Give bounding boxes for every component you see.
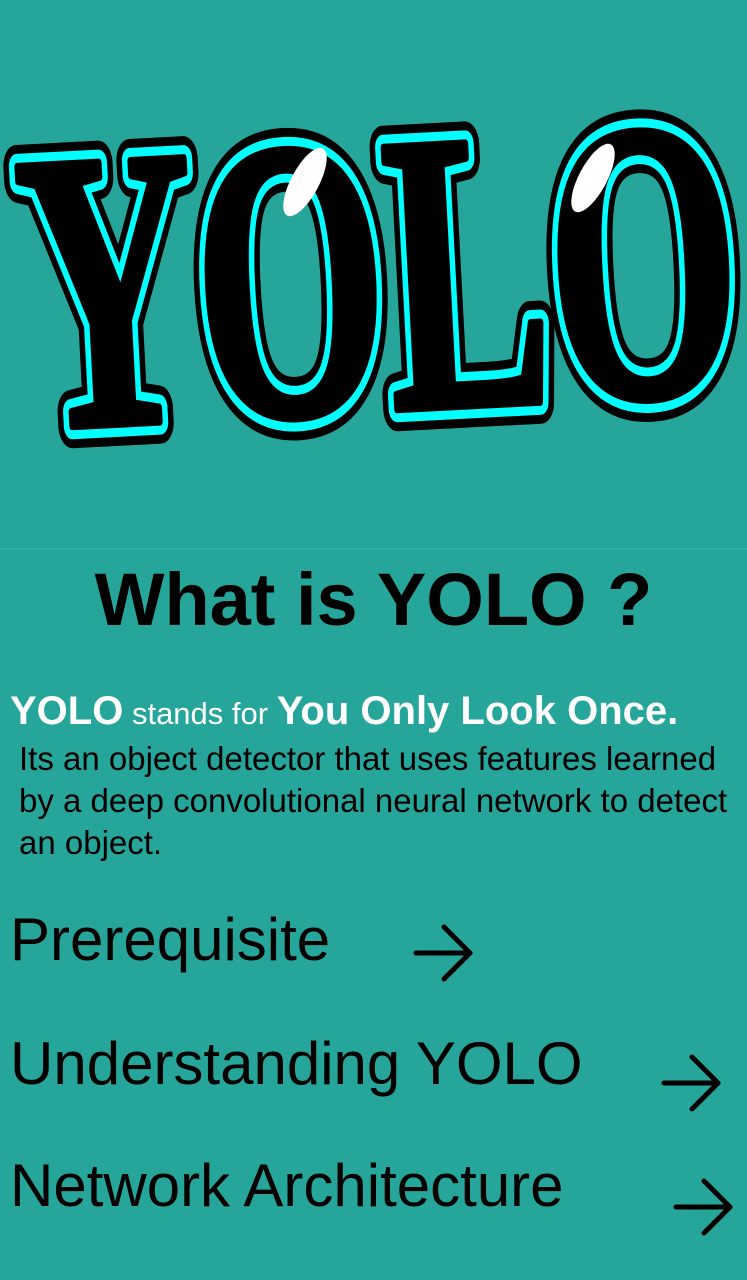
stands-for-text: stands for [123,696,277,731]
nav-label-prerequisite: Prerequisite [10,906,331,973]
section-divider [0,548,747,550]
arrow-right-icon [661,1054,721,1112]
nav-label-network-architecture: Network Architecture [10,1152,564,1219]
nav-label-understanding-yolo: Understanding YOLO [10,1030,583,1097]
logo-letters: YOLO [8,35,747,515]
yolo-logo: YOLO YOLO YOLO [0,0,747,548]
page-title: What is YOLO ? [94,558,653,641]
nav-item-understanding-yolo[interactable]: Understanding YOLO [10,1024,740,1112]
arrow-right-icon [413,924,473,982]
nav-item-prerequisite[interactable]: Prerequisite [10,900,490,982]
yolo-definition: YOLO stands for You Only Look Once. [10,686,747,745]
arrow-right-icon [673,1178,733,1236]
yolo-expansion: You Only Look Once. [276,689,679,733]
nav-item-network-architecture[interactable]: Network Architecture [10,1146,745,1236]
yolo-description: Its an object detector that uses feature… [19,740,728,861]
yolo-term: YOLO [10,689,124,733]
yolo-logo-graphic: YOLO YOLO YOLO [0,13,747,537]
